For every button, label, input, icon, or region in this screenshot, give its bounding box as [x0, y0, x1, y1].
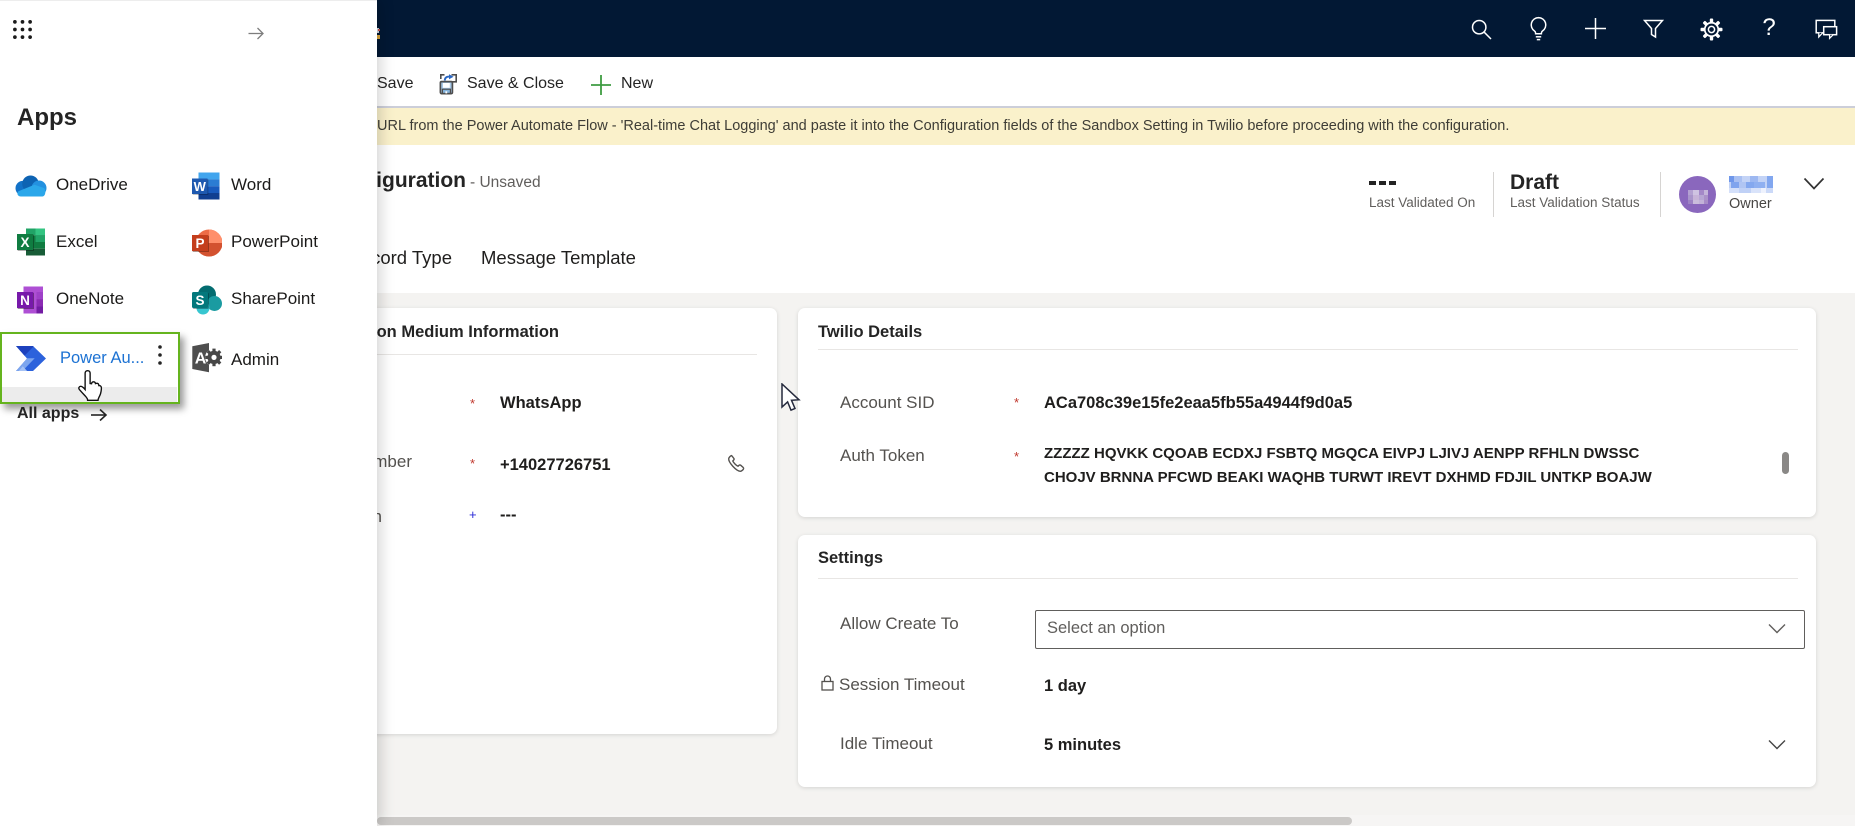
svg-text:N: N: [20, 293, 30, 308]
svg-text:P: P: [195, 236, 204, 251]
svg-text:X: X: [20, 235, 29, 250]
svg-text:W: W: [194, 179, 207, 194]
svg-text:S: S: [195, 293, 204, 308]
svg-text:A: A: [195, 351, 207, 368]
